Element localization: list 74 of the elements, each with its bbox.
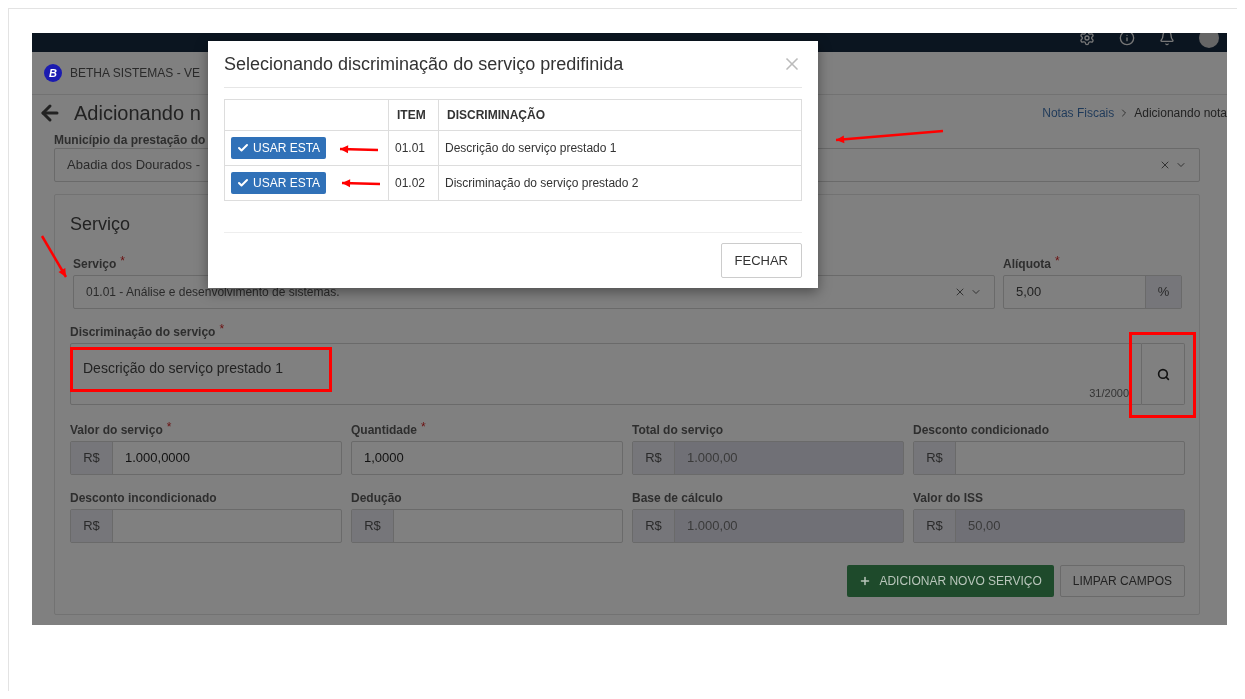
close-button[interactable]: FECHAR <box>720 243 802 278</box>
page-title: Adicionando n <box>74 101 201 126</box>
currency-addon: R$ <box>71 510 113 542</box>
column-header: ITEM <box>388 99 439 131</box>
select-value: Abadia dos Dourados - <box>67 156 200 175</box>
field-label: Município da prestação do <box>54 132 206 148</box>
field-value: 5,00 <box>1015 283 1043 302</box>
annotation-arrow <box>341 179 381 188</box>
field-label: Alíquota <box>1003 256 1051 273</box>
currency-addon: R$ <box>352 510 394 542</box>
currency-addon: R$ <box>914 442 956 474</box>
required-mark: * <box>219 323 225 335</box>
percent-addon: % <box>1145 276 1181 308</box>
field-label: Desconto condicionado <box>913 422 1049 439</box>
field-value: 1.000,00 <box>686 517 739 536</box>
field-label: Base de cálculo <box>632 490 723 507</box>
field-label: Desconto incondicionado <box>70 490 217 507</box>
info-icon[interactable] <box>1119 33 1135 46</box>
input-field[interactable]: R$ <box>70 509 342 543</box>
plus-icon <box>859 575 872 587</box>
field-label: Quantidade <box>351 422 417 439</box>
field-label: Discriminação do serviço <box>70 324 216 341</box>
search-icon <box>1156 367 1170 381</box>
character-counter: 31/2000 <box>1089 385 1129 401</box>
input-field[interactable]: 5,00 % <box>1003 275 1182 309</box>
field-value: Descrição do serviço prestado 1 <box>83 360 283 376</box>
clear-icon[interactable] <box>954 286 966 298</box>
breadcrumb-link[interactable]: Notas Fiscais <box>1042 104 1115 122</box>
input-field[interactable]: 1,0000 <box>351 441 623 475</box>
field-label: Valor do serviço <box>70 422 163 439</box>
field-label: Total do serviço <box>632 422 724 439</box>
table-cell: 01.02 <box>388 165 439 201</box>
breadcrumb-current: Adicionando nota <box>1134 105 1227 122</box>
annotation-arrow <box>339 145 379 154</box>
currency-addon: R$ <box>914 510 956 542</box>
clear-fields-button[interactable]: LIMPAR CAMPOS <box>1059 565 1185 597</box>
column-header: DISCRIMINAÇÃO <box>438 99 802 131</box>
input-field[interactable]: R$ <box>913 441 1185 475</box>
field-label: Serviço <box>73 256 117 273</box>
currency-addon: R$ <box>71 442 113 474</box>
table-cell: Descrição do serviço prestado 1 <box>438 130 802 166</box>
required-mark: * <box>421 421 426 433</box>
search-button[interactable] <box>1142 343 1185 405</box>
field-label: Valor do ISS <box>913 490 984 507</box>
textarea-field[interactable]: Descrição do serviço prestado 1 31/2000 <box>70 343 1142 405</box>
check-icon <box>237 142 249 154</box>
required-mark: * <box>1055 255 1060 267</box>
field-value: 1.000,0000 <box>124 449 192 468</box>
field-label: Dedução <box>351 490 402 507</box>
input-field[interactable]: R$ 1.000,0000 <box>70 441 342 475</box>
field-value: 1,0000 <box>363 449 405 468</box>
table-cell: 01.01 <box>388 130 439 166</box>
use-this-button[interactable]: USAR ESTA <box>231 172 327 194</box>
bell-icon[interactable] <box>1159 33 1175 46</box>
annotation-arrow <box>40 235 68 278</box>
brand-logo: B <box>44 64 62 82</box>
avatar[interactable] <box>1199 33 1219 48</box>
table-cell: Discriminação do serviço prestado 2 <box>438 165 802 201</box>
required-mark: * <box>166 421 172 433</box>
select-value: 01.01 - Análise e desenvolvimento de sistemas. <box>86 284 340 301</box>
settings-icon[interactable] <box>1079 33 1095 46</box>
check-icon <box>237 177 249 189</box>
clear-icon[interactable] <box>1159 159 1171 171</box>
modal-title: Selecionando discriminação do serviço predifinida <box>224 52 624 76</box>
add-service-button[interactable]: ADICIONAR NOVO SERVIÇO <box>847 565 1054 597</box>
input-field[interactable]: R$ <box>351 509 623 543</box>
required-mark: * <box>120 255 126 267</box>
field-value: 1.000,00 <box>686 449 739 468</box>
currency-addon: R$ <box>633 510 675 542</box>
use-this-button[interactable]: USAR ESTA <box>231 137 327 159</box>
field-value: 50,00 <box>967 517 1002 536</box>
currency-addon: R$ <box>633 442 675 474</box>
panel-title: Serviço <box>70 213 132 236</box>
brand-name: BETHA SISTEMAS - VE <box>70 65 201 82</box>
